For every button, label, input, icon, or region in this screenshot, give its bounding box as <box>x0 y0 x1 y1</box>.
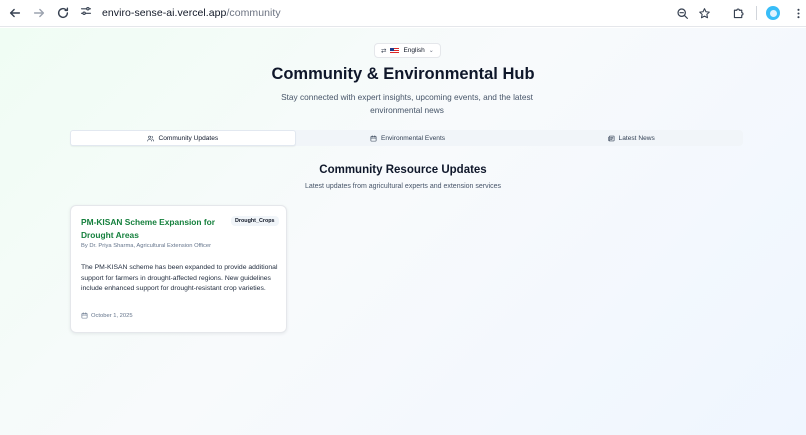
url-host: enviro-sense-ai.vercel.app <box>102 7 227 19</box>
us-flag-icon <box>390 47 400 54</box>
browser-toolbar: enviro-sense-ai.vercel.app/community <box>0 0 806 27</box>
more-vertical-icon <box>796 8 800 18</box>
arrow-left-icon <box>9 8 21 18</box>
users-icon <box>147 135 155 141</box>
calendar-icon <box>370 134 377 141</box>
update-card[interactable]: PM-KISAN Scheme Expansion for Drought Ar… <box>70 205 287 333</box>
address-bar[interactable]: enviro-sense-ai.vercel.app/community <box>80 2 281 24</box>
card-date-text: October 1, 2025 <box>91 312 133 319</box>
arrow-right-icon <box>33 8 45 18</box>
reload-icon <box>57 7 69 19</box>
card-author: By Dr. Priya Sharma, Agricultural Extens… <box>81 243 212 249</box>
tab-label: Latest News <box>618 134 655 142</box>
url-path: /community <box>226 7 281 19</box>
category-badge: Drought_Crops <box>231 216 279 226</box>
tab-list: Community Updates Environmental Events L… <box>70 130 743 146</box>
zoom-button[interactable] <box>670 1 694 25</box>
puzzle-icon <box>733 8 743 18</box>
card-date: October 1, 2025 <box>81 312 133 319</box>
chevron-down-icon: ⌄ <box>428 48 434 54</box>
url-text: enviro-sense-ai.vercel.app/community <box>102 7 281 19</box>
section-title: Community Resource Updates <box>319 164 487 176</box>
card-title: PM-KISAN Scheme Expansion for Drought Ar… <box>81 217 216 240</box>
tab-label: Environmental Events <box>380 134 446 142</box>
language-label: English <box>403 47 425 54</box>
site-settings-icon[interactable] <box>80 4 92 22</box>
language-selector[interactable]: ⇄ English ⌄ <box>374 43 441 58</box>
newspaper-icon <box>607 135 614 141</box>
translate-icon: ⇄ <box>381 47 387 55</box>
page-subtitle: Stay connected with expert insights, upc… <box>281 92 533 115</box>
extensions-button[interactable] <box>726 1 750 25</box>
page-title: Community & Environmental Hub <box>271 65 535 83</box>
menu-button[interactable] <box>786 1 806 25</box>
profile-avatar[interactable] <box>766 6 780 20</box>
section-subtitle: Latest updates from agricultural experts… <box>304 183 502 190</box>
tab-latest-news[interactable]: Latest News <box>519 130 743 146</box>
toolbar-divider <box>756 6 757 20</box>
tab-community-updates[interactable]: Community Updates <box>70 130 296 146</box>
bookmark-button[interactable] <box>692 1 716 25</box>
page-content: ⇄ English ⌄ Community & Environmental Hu… <box>0 28 806 435</box>
reload-button[interactable] <box>51 1 75 25</box>
card-body: The PM-KISAN scheme has been expanded to… <box>81 264 278 293</box>
back-button[interactable] <box>3 1 27 25</box>
tab-label: Community Updates <box>158 134 219 142</box>
calendar-icon <box>81 312 88 319</box>
star-icon <box>698 7 710 18</box>
forward-button[interactable] <box>27 1 51 25</box>
tab-environmental-events[interactable]: Environmental Events <box>296 130 520 146</box>
zoom-icon <box>676 7 688 19</box>
